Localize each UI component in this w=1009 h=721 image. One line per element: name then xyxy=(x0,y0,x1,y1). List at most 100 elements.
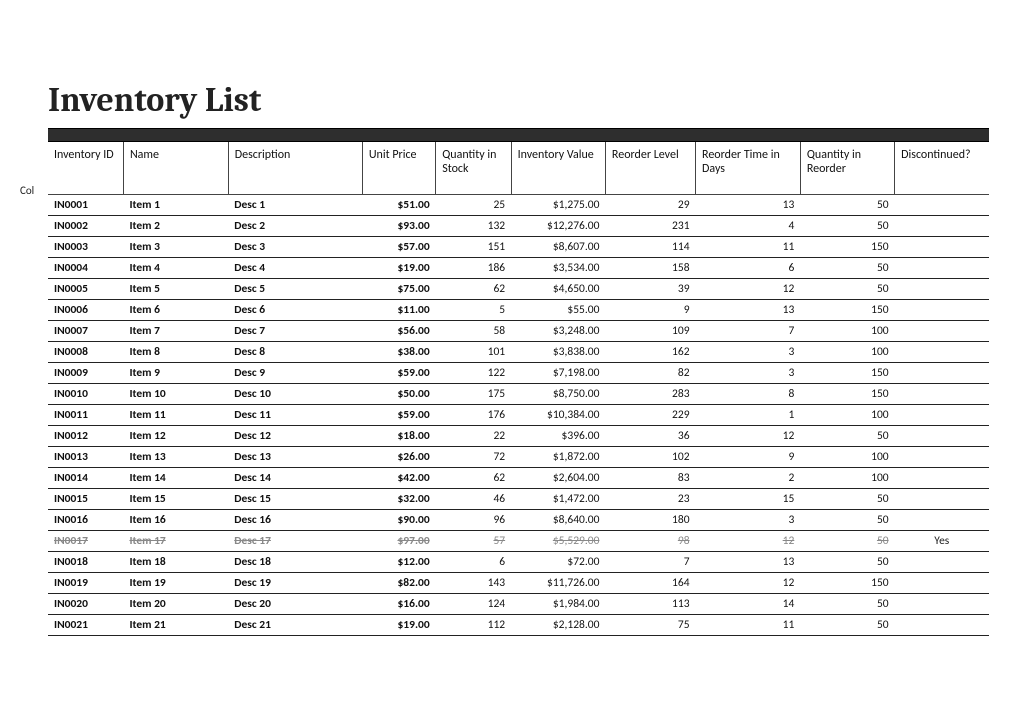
cell-value: $396.00 xyxy=(511,426,605,447)
cell-qty: 6 xyxy=(436,552,511,573)
table-row: IN0004Item 4Desc 4$19.00186$3,534.001586… xyxy=(48,258,989,279)
cell-qre: 150 xyxy=(800,384,894,405)
cell-id: IN0006 xyxy=(48,300,123,321)
cell-name: Item 2 xyxy=(123,216,228,237)
cell-days: 3 xyxy=(696,510,801,531)
cell-desc: Desc 11 xyxy=(228,405,362,426)
cell-id: IN0016 xyxy=(48,510,123,531)
cell-desc: Desc 14 xyxy=(228,468,362,489)
cell-qre: 50 xyxy=(800,216,894,237)
cell-desc: Desc 3 xyxy=(228,237,362,258)
cell-qre: 50 xyxy=(800,489,894,510)
col-inventory-id: Inventory ID xyxy=(48,142,123,195)
cell-value: $1,872.00 xyxy=(511,447,605,468)
col-qty-stock: Quantity in Stock xyxy=(436,142,511,195)
cell-reorder: 229 xyxy=(605,405,695,426)
cell-qre: 100 xyxy=(800,321,894,342)
cell-value: $10,384.00 xyxy=(511,405,605,426)
cell-reorder: 113 xyxy=(605,594,695,615)
table-row: IN0007Item 7Desc 7$56.0058$3,248.0010971… xyxy=(48,321,989,342)
cell-disc xyxy=(895,615,989,636)
cell-value: $4,650.00 xyxy=(511,279,605,300)
cell-name: Item 6 xyxy=(123,300,228,321)
cell-days: 11 xyxy=(696,237,801,258)
cell-days: 11 xyxy=(696,615,801,636)
cell-qty: 132 xyxy=(436,216,511,237)
cell-qty: 96 xyxy=(436,510,511,531)
inventory-table: Inventory ID Name Description Unit Price… xyxy=(48,142,989,636)
cell-name: Item 18 xyxy=(123,552,228,573)
cell-value: $11,726.00 xyxy=(511,573,605,594)
cell-value: $8,750.00 xyxy=(511,384,605,405)
cell-qty: 62 xyxy=(436,279,511,300)
cell-reorder: 231 xyxy=(605,216,695,237)
cell-disc xyxy=(895,426,989,447)
cell-desc: Desc 13 xyxy=(228,447,362,468)
cell-qre: 100 xyxy=(800,447,894,468)
cell-qty: 22 xyxy=(436,426,511,447)
cell-disc xyxy=(895,300,989,321)
table-row: IN0006Item 6Desc 6$11.005$55.00913150 xyxy=(48,300,989,321)
cell-id: IN0007 xyxy=(48,321,123,342)
cell-id: IN0020 xyxy=(48,594,123,615)
cell-reorder: 9 xyxy=(605,300,695,321)
cell-days: 7 xyxy=(696,321,801,342)
cell-value: $2,604.00 xyxy=(511,468,605,489)
table-row: IN0013Item 13Desc 13$26.0072$1,872.00102… xyxy=(48,447,989,468)
cell-qre: 50 xyxy=(800,195,894,216)
cell-qre: 50 xyxy=(800,258,894,279)
cell-reorder: 164 xyxy=(605,573,695,594)
cell-id: IN0012 xyxy=(48,426,123,447)
cell-qre: 50 xyxy=(800,552,894,573)
cell-qre: 50 xyxy=(800,510,894,531)
table-row: IN0005Item 5Desc 5$75.0062$4,650.0039125… xyxy=(48,279,989,300)
cell-price: $11.00 xyxy=(362,300,435,321)
col-unit-price: Unit Price xyxy=(362,142,435,195)
cell-price: $97.00 xyxy=(362,531,435,552)
col-discontinued: Discontinued? xyxy=(895,142,989,195)
cell-price: $19.00 xyxy=(362,615,435,636)
cell-desc: Desc 10 xyxy=(228,384,362,405)
cell-qty: 25 xyxy=(436,195,511,216)
cell-qty: 151 xyxy=(436,237,511,258)
cell-name: Item 16 xyxy=(123,510,228,531)
cell-qty: 62 xyxy=(436,468,511,489)
cell-disc: Yes xyxy=(895,531,989,552)
cell-desc: Desc 21 xyxy=(228,615,362,636)
table-row: IN0009Item 9Desc 9$59.00122$7,198.008231… xyxy=(48,363,989,384)
cell-reorder: 29 xyxy=(605,195,695,216)
cell-qty: 143 xyxy=(436,573,511,594)
cell-days: 12 xyxy=(696,279,801,300)
cell-price: $38.00 xyxy=(362,342,435,363)
cell-qre: 100 xyxy=(800,405,894,426)
cell-name: Item 21 xyxy=(123,615,228,636)
cell-disc xyxy=(895,363,989,384)
cell-reorder: 283 xyxy=(605,384,695,405)
cell-qre: 50 xyxy=(800,531,894,552)
col-reorder-days: Reorder Time in Days xyxy=(696,142,801,195)
cell-qty: 175 xyxy=(436,384,511,405)
table-row: IN0020Item 20Desc 20$16.00124$1,984.0011… xyxy=(48,594,989,615)
cell-desc: Desc 20 xyxy=(228,594,362,615)
cell-name: Item 11 xyxy=(123,405,228,426)
cell-id: IN0011 xyxy=(48,405,123,426)
cell-disc xyxy=(895,594,989,615)
cell-qty: 5 xyxy=(436,300,511,321)
cell-days: 9 xyxy=(696,447,801,468)
cell-disc xyxy=(895,321,989,342)
cell-disc xyxy=(895,195,989,216)
side-label: Col xyxy=(20,184,34,197)
cell-id: IN0005 xyxy=(48,279,123,300)
cell-name: Item 20 xyxy=(123,594,228,615)
cell-qre: 50 xyxy=(800,594,894,615)
cell-days: 14 xyxy=(696,594,801,615)
cell-qty: 58 xyxy=(436,321,511,342)
cell-id: IN0015 xyxy=(48,489,123,510)
title-bar xyxy=(48,128,989,142)
cell-price: $59.00 xyxy=(362,405,435,426)
cell-desc: Desc 4 xyxy=(228,258,362,279)
cell-qre: 150 xyxy=(800,573,894,594)
cell-price: $82.00 xyxy=(362,573,435,594)
cell-reorder: 102 xyxy=(605,447,695,468)
table-row: IN0016Item 16Desc 16$90.0096$8,640.00180… xyxy=(48,510,989,531)
